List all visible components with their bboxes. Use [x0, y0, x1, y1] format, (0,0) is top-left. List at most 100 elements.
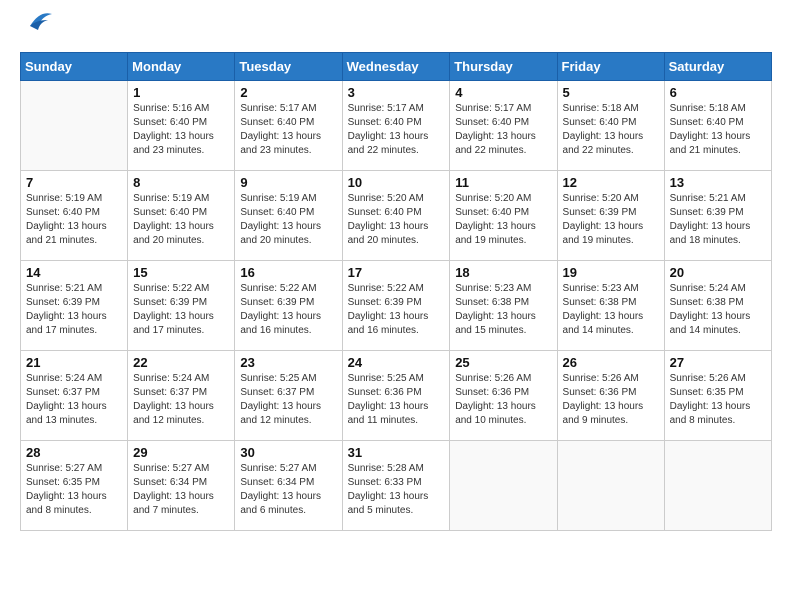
week-row-1: 1 Sunrise: 5:16 AMSunset: 6:40 PMDaylight…: [21, 81, 772, 171]
weekday-header-friday: Friday: [557, 53, 664, 81]
day-info: Sunrise: 5:24 AMSunset: 6:37 PMDaylight:…: [26, 372, 122, 428]
day-number: 21: [26, 355, 122, 370]
weekday-header-row: SundayMondayTuesdayWednesdayThursdayFrid…: [21, 53, 772, 81]
calendar-cell: 18Sunrise: 5:23 AMSunset: 6:38 PMDayligh…: [450, 261, 557, 351]
day-info: Sunrise: 5:19 AMSunset: 6:40 PMDaylight:…: [240, 192, 336, 248]
day-number: 22: [133, 355, 229, 370]
day-number: 14: [26, 265, 122, 280]
day-info: Sunrise: 5:26 AMSunset: 6:36 PMDaylight:…: [455, 372, 551, 428]
day-info: Sunrise: 5:23 AMSunset: 6:38 PMDaylight:…: [563, 282, 659, 338]
day-info: Sunrise: 5:21 AMSunset: 6:39 PMDaylight:…: [26, 282, 122, 338]
day-number: 31: [348, 445, 445, 460]
day-number: 10: [348, 175, 445, 190]
weekday-header-saturday: Saturday: [664, 53, 771, 81]
calendar-cell: 5 Sunrise: 5:18 AMSunset: 6:40 PMDaylight…: [557, 81, 664, 171]
weekday-header-thursday: Thursday: [450, 53, 557, 81]
day-number: 23: [240, 355, 336, 370]
weekday-header-tuesday: Tuesday: [235, 53, 342, 81]
day-info: Sunrise: 5:17 AMSunset: 6:40 PMDaylight:…: [240, 102, 336, 158]
day-info: Sunrise: 5:24 AMSunset: 6:38 PMDaylight:…: [670, 282, 766, 338]
day-number: 7: [26, 175, 122, 190]
calendar-cell: 1 Sunrise: 5:16 AMSunset: 6:40 PMDaylight…: [128, 81, 235, 171]
calendar-cell: [450, 441, 557, 531]
day-number: 25: [455, 355, 551, 370]
weekday-header-sunday: Sunday: [21, 53, 128, 81]
calendar-cell: 13 Sunrise: 5:21 AMSunset: 6:39 PMDayligh…: [664, 171, 771, 261]
day-number: 20: [670, 265, 766, 280]
day-number: 27: [670, 355, 766, 370]
day-number: 29: [133, 445, 229, 460]
calendar-cell: 29Sunrise: 5:27 AMSunset: 6:34 PMDayligh…: [128, 441, 235, 531]
day-info: Sunrise: 5:23 AMSunset: 6:38 PMDaylight:…: [455, 282, 551, 338]
day-number: 13: [670, 175, 766, 190]
calendar-cell: 22 Sunrise: 5:24 AMSunset: 6:37 PMDayligh…: [128, 351, 235, 441]
day-info: Sunrise: 5:22 AMSunset: 6:39 PMDaylight:…: [133, 282, 229, 338]
week-row-4: 21 Sunrise: 5:24 AMSunset: 6:37 PMDayligh…: [21, 351, 772, 441]
calendar-cell: 6 Sunrise: 5:18 AMSunset: 6:40 PMDaylight…: [664, 81, 771, 171]
week-row-2: 7 Sunrise: 5:19 AMSunset: 6:40 PMDaylight…: [21, 171, 772, 261]
day-number: 26: [563, 355, 659, 370]
calendar-cell: 8 Sunrise: 5:19 AMSunset: 6:40 PMDaylight…: [128, 171, 235, 261]
day-info: Sunrise: 5:19 AMSunset: 6:40 PMDaylight:…: [26, 192, 122, 248]
day-number: 12: [563, 175, 659, 190]
day-number: 11: [455, 175, 551, 190]
day-info: Sunrise: 5:20 AMSunset: 6:40 PMDaylight:…: [348, 192, 445, 248]
day-info: Sunrise: 5:21 AMSunset: 6:39 PMDaylight:…: [670, 192, 766, 248]
day-number: 3: [348, 85, 445, 100]
calendar-cell: [557, 441, 664, 531]
calendar-cell: 15 Sunrise: 5:22 AMSunset: 6:39 PMDayligh…: [128, 261, 235, 351]
calendar-cell: 21 Sunrise: 5:24 AMSunset: 6:37 PMDayligh…: [21, 351, 128, 441]
calendar-cell: 3 Sunrise: 5:17 AMSunset: 6:40 PMDaylight…: [342, 81, 450, 171]
calendar-table: SundayMondayTuesdayWednesdayThursdayFrid…: [20, 52, 772, 531]
calendar-cell: 17 Sunrise: 5:22 AMSunset: 6:39 PMDayligh…: [342, 261, 450, 351]
calendar-cell: 20 Sunrise: 5:24 AMSunset: 6:38 PMDayligh…: [664, 261, 771, 351]
day-number: 16: [240, 265, 336, 280]
day-info: Sunrise: 5:20 AMSunset: 6:39 PMDaylight:…: [563, 192, 659, 248]
day-info: Sunrise: 5:19 AMSunset: 6:40 PMDaylight:…: [133, 192, 229, 248]
day-number: 30: [240, 445, 336, 460]
day-info: Sunrise: 5:22 AMSunset: 6:39 PMDaylight:…: [348, 282, 445, 338]
day-info: Sunrise: 5:17 AMSunset: 6:40 PMDaylight:…: [455, 102, 551, 158]
day-info: Sunrise: 5:26 AMSunset: 6:36 PMDaylight:…: [563, 372, 659, 428]
calendar-cell: 24 Sunrise: 5:25 AMSunset: 6:36 PMDayligh…: [342, 351, 450, 441]
calendar-cell: [664, 441, 771, 531]
week-row-3: 14 Sunrise: 5:21 AMSunset: 6:39 PMDayligh…: [21, 261, 772, 351]
calendar-cell: 25 Sunrise: 5:26 AMSunset: 6:36 PMDayligh…: [450, 351, 557, 441]
day-info: Sunrise: 5:17 AMSunset: 6:40 PMDaylight:…: [348, 102, 445, 158]
logo-wing-icon: [22, 6, 54, 38]
logo: [20, 20, 54, 42]
week-row-5: 28Sunrise: 5:27 AMSunset: 6:35 PMDayligh…: [21, 441, 772, 531]
day-number: 24: [348, 355, 445, 370]
calendar-cell: 27Sunrise: 5:26 AMSunset: 6:35 PMDayligh…: [664, 351, 771, 441]
day-number: 2: [240, 85, 336, 100]
calendar-cell: 11Sunrise: 5:20 AMSunset: 6:40 PMDayligh…: [450, 171, 557, 261]
calendar-cell: 28Sunrise: 5:27 AMSunset: 6:35 PMDayligh…: [21, 441, 128, 531]
day-info: Sunrise: 5:24 AMSunset: 6:37 PMDaylight:…: [133, 372, 229, 428]
calendar-cell: 19 Sunrise: 5:23 AMSunset: 6:38 PMDayligh…: [557, 261, 664, 351]
calendar-cell: 10 Sunrise: 5:20 AMSunset: 6:40 PMDayligh…: [342, 171, 450, 261]
calendar-cell: 23 Sunrise: 5:25 AMSunset: 6:37 PMDayligh…: [235, 351, 342, 441]
calendar-cell: 9 Sunrise: 5:19 AMSunset: 6:40 PMDaylight…: [235, 171, 342, 261]
day-info: Sunrise: 5:25 AMSunset: 6:36 PMDaylight:…: [348, 372, 445, 428]
weekday-header-monday: Monday: [128, 53, 235, 81]
day-number: 5: [563, 85, 659, 100]
calendar-cell: 7 Sunrise: 5:19 AMSunset: 6:40 PMDaylight…: [21, 171, 128, 261]
calendar-cell: 2 Sunrise: 5:17 AMSunset: 6:40 PMDaylight…: [235, 81, 342, 171]
day-info: Sunrise: 5:18 AMSunset: 6:40 PMDaylight:…: [563, 102, 659, 158]
day-number: 6: [670, 85, 766, 100]
day-number: 17: [348, 265, 445, 280]
day-number: 8: [133, 175, 229, 190]
day-info: Sunrise: 5:18 AMSunset: 6:40 PMDaylight:…: [670, 102, 766, 158]
day-number: 19: [563, 265, 659, 280]
day-number: 15: [133, 265, 229, 280]
day-info: Sunrise: 5:25 AMSunset: 6:37 PMDaylight:…: [240, 372, 336, 428]
day-info: Sunrise: 5:28 AMSunset: 6:33 PMDaylight:…: [348, 462, 445, 518]
calendar-cell: 4Sunrise: 5:17 AMSunset: 6:40 PMDaylight…: [450, 81, 557, 171]
day-info: Sunrise: 5:16 AMSunset: 6:40 PMDaylight:…: [133, 102, 229, 158]
day-number: 9: [240, 175, 336, 190]
day-number: 1: [133, 85, 229, 100]
calendar-cell: 14 Sunrise: 5:21 AMSunset: 6:39 PMDayligh…: [21, 261, 128, 351]
day-info: Sunrise: 5:27 AMSunset: 6:34 PMDaylight:…: [240, 462, 336, 518]
day-number: 28: [26, 445, 122, 460]
calendar-cell: 30 Sunrise: 5:27 AMSunset: 6:34 PMDayligh…: [235, 441, 342, 531]
